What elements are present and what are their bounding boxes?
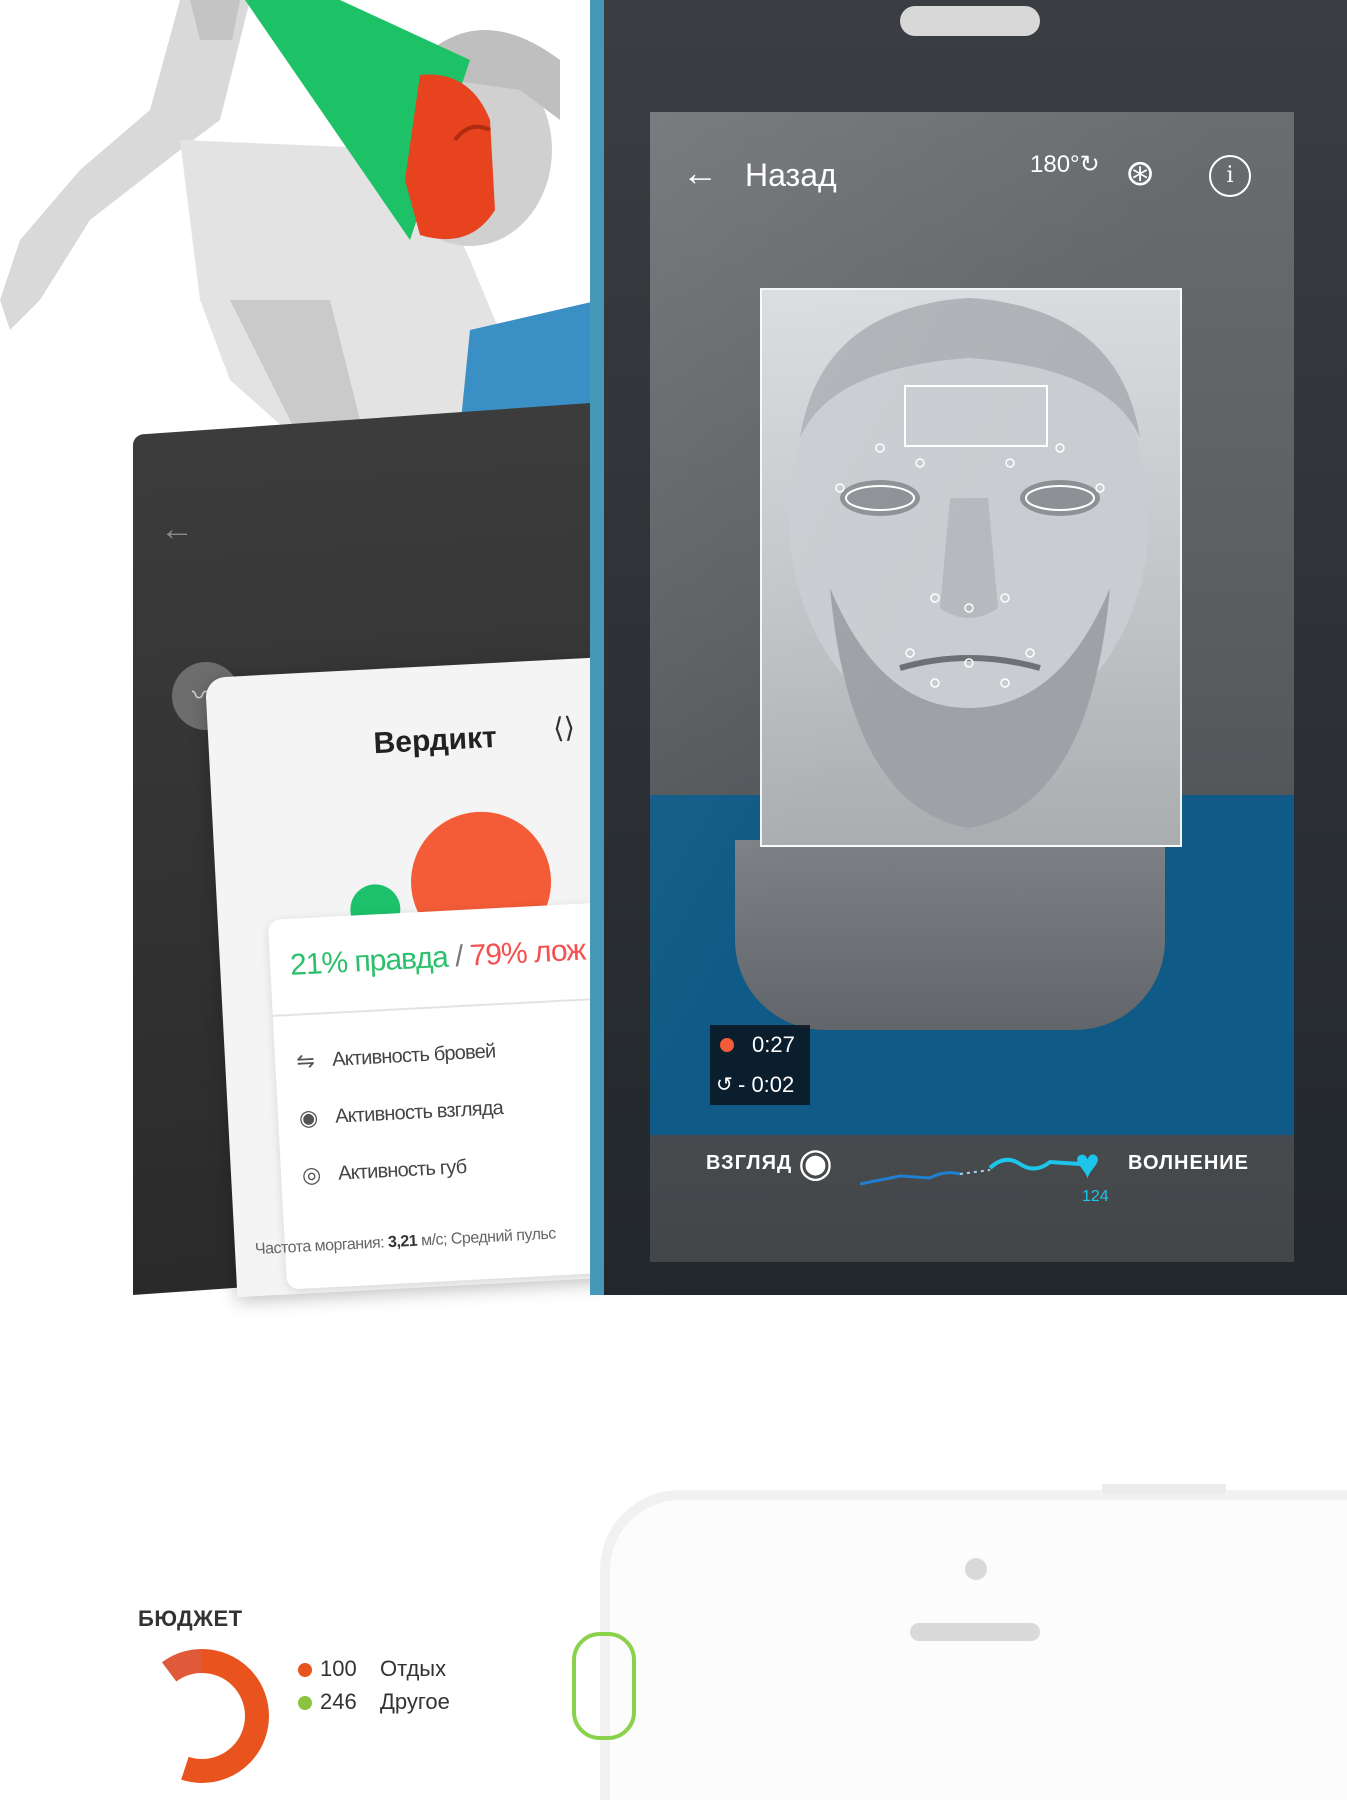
phone-camera xyxy=(965,1558,987,1580)
info-icon[interactable]: i xyxy=(1209,155,1251,197)
legend-value: 246 xyxy=(320,1689,357,1714)
legend-label: Отдых xyxy=(380,1656,447,1681)
metric-label: Активность взгляда xyxy=(334,1096,504,1128)
stress-label: ВОЛНЕНИЕ xyxy=(1128,1152,1249,1174)
blink-unit: м/с; xyxy=(416,1230,452,1250)
phone-speaker xyxy=(910,1623,1040,1641)
metric-eyebrow: ⇋ Активность бровей xyxy=(290,1038,496,1075)
lie-percentage: 79% лож xyxy=(468,933,587,973)
rotate-180-icon[interactable]: 180°↻ xyxy=(1030,150,1100,179)
eyebrow-icon: ⇋ xyxy=(295,1047,315,1074)
metric-label: Активность бровей xyxy=(331,1039,496,1071)
metric-gaze: ◉ Активность взгляда xyxy=(293,1095,504,1132)
legend-dot xyxy=(298,1696,312,1711)
legend-value: 100 xyxy=(320,1656,357,1681)
toggle-switch[interactable] xyxy=(572,1632,636,1740)
bust-face xyxy=(789,298,1149,828)
lips-icon: ◎ xyxy=(301,1161,321,1188)
phone-side-button xyxy=(1102,1484,1226,1494)
budget-legend-item: 246 Другое xyxy=(298,1689,450,1715)
back-arrow-icon[interactable]: ← xyxy=(682,155,718,191)
record-dot-icon xyxy=(720,1038,734,1052)
back-arrow-icon[interactable]: ← xyxy=(160,512,194,546)
bust-base xyxy=(735,840,1165,1030)
budget-legend-item: 100 Отдых xyxy=(298,1656,446,1682)
pulse-value: 124 xyxy=(1082,1188,1109,1205)
budget-donut-chart xyxy=(135,1649,269,1783)
eye-icon[interactable]: ◉ xyxy=(798,1140,833,1186)
legend-label: Другое xyxy=(380,1689,450,1714)
white-phone-frame xyxy=(600,1490,1347,1800)
heart-icon[interactable]: ♥ xyxy=(1075,1140,1100,1188)
share-icon[interactable]: ⟨⟩ xyxy=(552,711,576,745)
eye-icon: ◉ xyxy=(298,1104,318,1131)
pulse-wave xyxy=(860,1157,1080,1186)
metric-lips: ◎ Активность губ xyxy=(296,1154,467,1189)
truth-percentage: 21% правда xyxy=(289,940,449,982)
rotate-label: 180° xyxy=(1030,151,1080,178)
metric-label: Активность губ xyxy=(337,1155,467,1185)
verdict-title: Вердикт xyxy=(372,720,498,761)
gaze-label: ВЗГЛЯД xyxy=(706,1152,793,1174)
result-summary: 21% правда / 79% лож xyxy=(289,933,586,982)
filter-overlay-icon[interactable]: ⊛ xyxy=(1125,152,1155,194)
back-button-label[interactable]: Назад xyxy=(745,157,837,194)
phone-speaker xyxy=(900,6,1040,36)
blink-rate: 3,21 xyxy=(387,1232,418,1252)
result-separator: / xyxy=(446,939,471,974)
record-time: 0:27 xyxy=(752,1032,795,1057)
budget-title: БЮДЖЕТ xyxy=(138,1606,243,1631)
brow-tracking-box xyxy=(904,385,1048,447)
delay-time: - 0:02 xyxy=(738,1072,795,1097)
legend-dot xyxy=(298,1663,312,1678)
delay-icon: ↺ xyxy=(716,1074,733,1096)
